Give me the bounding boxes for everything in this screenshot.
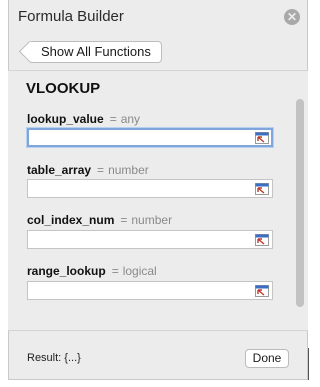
range-lookup-input[interactable] — [27, 281, 273, 300]
panel-title: Formula Builder — [18, 8, 124, 25]
collapse-reference-icon[interactable] — [255, 132, 269, 144]
function-name: VLOOKUP — [26, 80, 101, 97]
footer-divider — [8, 330, 308, 331]
arg-label-table-array: table_array = number — [27, 163, 149, 177]
arg-label-range-lookup: range_lookup = logical — [27, 264, 157, 278]
arg-type: number — [108, 163, 149, 177]
arg-name: table_array — [27, 163, 92, 177]
arg-equals: = — [111, 264, 119, 278]
arg-type: number — [131, 213, 173, 227]
window-edge — [308, 348, 309, 380]
show-all-functions-label: Show All Functions — [41, 44, 151, 59]
arg-equals: = — [120, 213, 128, 227]
result-text: Result: {...} — [27, 352, 81, 364]
arg-name: range_lookup — [27, 264, 106, 278]
arg-type: logical — [122, 264, 157, 278]
done-button[interactable]: Done — [245, 349, 289, 368]
arg-name: col_index_num — [27, 213, 115, 227]
arg-name: lookup_value — [27, 112, 104, 126]
arg-label-lookup-value: lookup_value = any — [27, 112, 140, 126]
collapse-reference-icon[interactable] — [255, 285, 269, 297]
arg-type: any — [120, 112, 141, 126]
table-array-input[interactable] — [27, 179, 273, 198]
arg-equals: = — [109, 112, 117, 126]
vertical-scrollbar[interactable] — [296, 99, 304, 307]
close-icon[interactable]: ✕ — [284, 9, 300, 25]
arg-equals: = — [97, 163, 105, 177]
col-index-num-input[interactable] — [27, 230, 273, 249]
collapse-reference-icon[interactable] — [255, 234, 269, 246]
collapse-reference-icon[interactable] — [255, 183, 269, 195]
lookup-value-input[interactable] — [27, 128, 273, 147]
show-all-functions-button[interactable]: Show All Functions — [28, 41, 162, 63]
arg-label-col-index-num: col_index_num = number — [27, 213, 172, 227]
